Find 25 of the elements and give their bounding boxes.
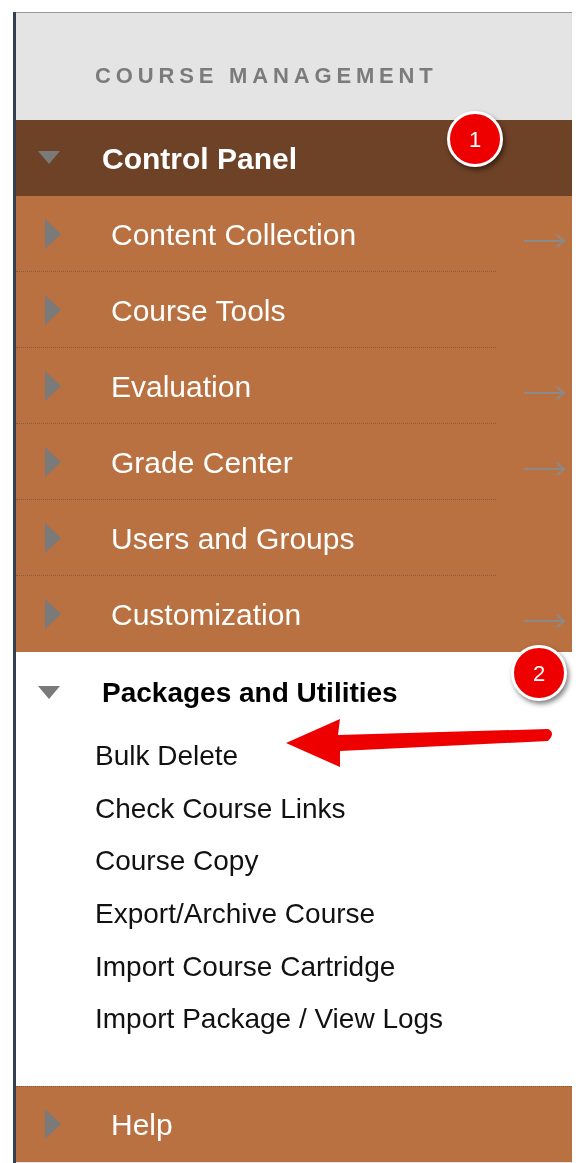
caret-right-icon[interactable] — [45, 447, 61, 477]
menu-link[interactable]: Import Course Cartridge — [95, 940, 572, 993]
menu-item[interactable]: Course Tools — [111, 287, 286, 333]
caret-right-icon[interactable] — [45, 599, 61, 629]
menu-header[interactable]: Packages and Utilities — [102, 672, 398, 714]
caret-right-icon[interactable] — [45, 371, 61, 401]
arrow-right-icon[interactable] — [524, 234, 566, 248]
arrow-right-icon[interactable] — [524, 386, 566, 400]
menu-link[interactable]: Export/Archive Course — [95, 887, 572, 941]
caret-right-icon[interactable] — [45, 295, 61, 325]
menu-link[interactable]: Bulk Delete — [95, 730, 572, 783]
menu-item[interactable]: Evaluation — [111, 363, 252, 409]
section-title: COURSE MANAGEMENT — [95, 62, 438, 90]
caret-right-icon[interactable] — [45, 523, 61, 553]
caret-down-icon[interactable] — [38, 151, 60, 165]
menu-item[interactable]: Grade Center — [111, 439, 293, 485]
caret-down-icon[interactable] — [38, 686, 60, 700]
arrow-right-icon[interactable] — [524, 462, 566, 476]
menu-link[interactable]: Check Course Links — [95, 782, 572, 836]
caret-right-icon[interactable] — [45, 1109, 61, 1140]
caret-right-icon[interactable] — [45, 219, 61, 249]
menu-item[interactable]: Help — [111, 1101, 173, 1147]
menu-link[interactable]: Import Package / View Logs — [95, 992, 572, 1046]
menu-link[interactable]: Course Copy — [95, 835, 572, 888]
arrow-right-icon[interactable] — [524, 614, 566, 628]
